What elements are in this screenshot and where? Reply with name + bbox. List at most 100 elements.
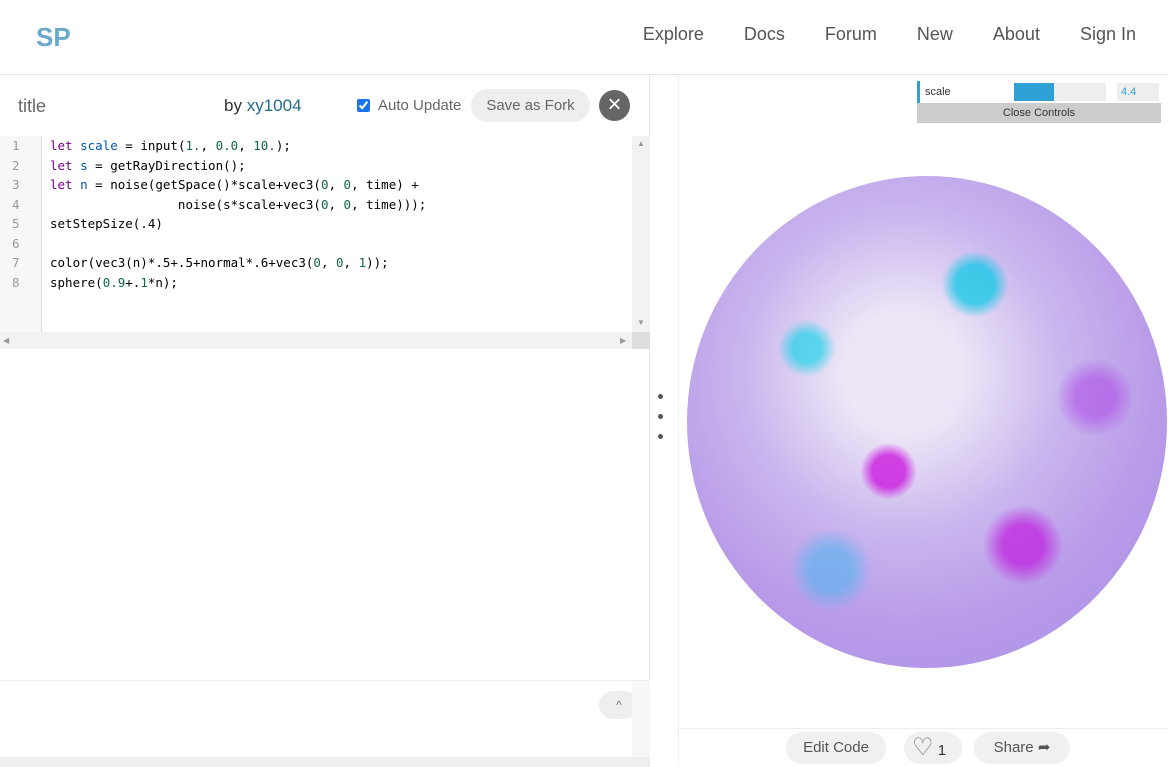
scale-value-input[interactable]: 4.4	[1117, 83, 1159, 101]
line-number: 6	[12, 235, 20, 251]
edit-code-button[interactable]: Edit Code	[786, 732, 886, 764]
code-token: s	[80, 157, 88, 173]
top-nav: SP Explore Docs Forum New About Sign In	[0, 0, 1168, 75]
scrollbar-corner	[632, 332, 650, 349]
code-token: );	[275, 138, 291, 153]
line-number: 8	[12, 274, 20, 290]
like-count: 1	[937, 742, 947, 759]
line-number: 7	[12, 255, 20, 270]
line-number-gutter: 1 2 3 4 5 6 7 8	[0, 136, 42, 332]
code-token: let	[50, 157, 81, 173]
heart-icon: ♡	[912, 734, 934, 761]
line-number: 5	[12, 216, 20, 231]
nav-link-explore[interactable]: Explore	[643, 24, 704, 45]
share-label: Share	[993, 739, 1034, 756]
code-line: noise(s*scale+vec3(0, 0, time)));	[50, 195, 426, 215]
code-token: ,	[343, 255, 359, 270]
horizontal-scrollbar[interactable]: ◀ ▶	[0, 332, 632, 349]
by-label: by	[224, 96, 242, 115]
code-token: color(vec3(n)*.5+.5+normal*.6+vec3(	[50, 255, 314, 270]
code-token: 0	[336, 255, 344, 270]
line-number: 2	[12, 157, 20, 173]
code-token: 0.0	[215, 138, 239, 153]
share-button[interactable]: Share ➦	[974, 732, 1070, 764]
code-token: 1	[358, 255, 367, 270]
scale-slider[interactable]	[1014, 83, 1106, 101]
code-editor[interactable]: 1 2 3 4 5 6 7 8 let scale = input(1., 0.0, 10.)…	[0, 136, 650, 349]
nav-links: Explore Docs Forum New About Sign In	[643, 24, 1136, 45]
code-token: ));	[366, 255, 389, 270]
code-token: = noise(getSpace()*scale+vec3(	[87, 177, 321, 192]
code-token: = input(	[117, 138, 186, 153]
scale-label: scale	[925, 86, 951, 98]
close-controls-button[interactable]: Close Controls	[917, 103, 1161, 123]
code-line: setStepSize(.4)	[50, 214, 426, 234]
viewer-toolbar: Edit Code ♡ 1 Share ➦	[679, 728, 1168, 766]
render-canvas[interactable]	[679, 176, 1168, 676]
save-as-fork-button[interactable]: Save as Fork	[471, 89, 590, 122]
author-link[interactable]: xy1004	[247, 96, 302, 115]
scroll-right-icon[interactable]: ▶	[620, 336, 626, 345]
code-token: noise(s*scale+vec3(	[50, 196, 321, 212]
code-line: color(vec3(n)*.5+.5+normal*.6+vec3(0, 0,…	[50, 253, 426, 273]
code-token: ,	[328, 177, 344, 192]
vertical-scrollbar[interactable]: ▲ ▼	[632, 136, 650, 332]
close-icon[interactable]: ×	[599, 90, 630, 121]
line-number: 4	[12, 196, 20, 212]
nav-link-sign-in[interactable]: Sign In	[1080, 24, 1136, 45]
author-line: by xy1004	[224, 96, 302, 116]
shader-title[interactable]: title	[18, 96, 46, 117]
scroll-up-icon[interactable]: ▲	[637, 139, 645, 148]
nav-link-forum[interactable]: Forum	[825, 24, 877, 45]
code-token: sphere(	[50, 274, 103, 290]
code-line: let s = getRayDirection();	[50, 156, 426, 176]
code-token: 0	[343, 177, 352, 192]
code-token: +.	[125, 274, 141, 290]
code-token: let	[50, 177, 81, 192]
code-line: let scale = input(1., 0.0, 10.);	[50, 136, 426, 156]
code-token: , time) +	[351, 177, 419, 192]
code-token: scale	[80, 138, 118, 153]
code-token: 0	[313, 255, 321, 270]
scale-slider-fill	[1014, 83, 1055, 101]
share-arrow-icon: ➦	[1037, 739, 1051, 756]
resize-handle-icon[interactable]	[658, 394, 664, 454]
line-number: 1	[12, 138, 20, 153]
scale-control: scale 4.4	[917, 81, 1161, 103]
code-token: 10.	[253, 138, 276, 153]
code-token: ,	[320, 255, 336, 270]
auto-update-checkbox[interactable]	[357, 99, 370, 112]
nav-link-about[interactable]: About	[993, 24, 1040, 45]
code-token: n	[80, 177, 88, 192]
code-token: 0.9	[102, 274, 126, 290]
code-token: 1.	[185, 138, 201, 153]
controls-panel: scale 4.4 Close Controls	[917, 81, 1161, 123]
code-token: 0	[343, 196, 352, 212]
auto-update-label: Auto Update	[378, 97, 462, 114]
nav-link-docs[interactable]: Docs	[744, 24, 785, 45]
code-token: *n);	[147, 274, 178, 290]
code-token: = getRayDirection();	[87, 157, 246, 173]
code-area[interactable]: let scale = input(1., 0.0, 10.); let s = …	[50, 136, 426, 292]
auto-update-toggle[interactable]: Auto Update	[357, 97, 461, 114]
code-token: 1	[140, 274, 148, 290]
console-panel: ^	[0, 680, 650, 767]
nav-link-new[interactable]: New	[917, 24, 953, 45]
console-scrollbar[interactable]	[632, 681, 650, 757]
code-token: ,	[328, 196, 344, 212]
scroll-left-icon[interactable]: ◀	[3, 336, 9, 345]
rendered-noisy-sphere	[687, 176, 1167, 668]
like-button[interactable]: ♡ 1	[904, 732, 962, 764]
logo[interactable]: SP	[36, 22, 71, 53]
code-token: , time)));	[351, 196, 427, 212]
code-token: ,	[238, 138, 254, 153]
code-token: let	[50, 138, 81, 153]
viewer-panel: scale 4.4 Close Controls Edit Code ♡ 1 S…	[678, 76, 1168, 766]
code-token: setStepSize(.4)	[50, 216, 163, 231]
code-line: sphere(0.9+.1*n);	[50, 273, 426, 293]
code-token: ,	[200, 138, 216, 153]
line-number: 3	[12, 177, 20, 192]
scroll-down-icon[interactable]: ▼	[637, 318, 645, 327]
editor-panel: title by xy1004 Auto Update Save as Fork…	[0, 76, 650, 767]
